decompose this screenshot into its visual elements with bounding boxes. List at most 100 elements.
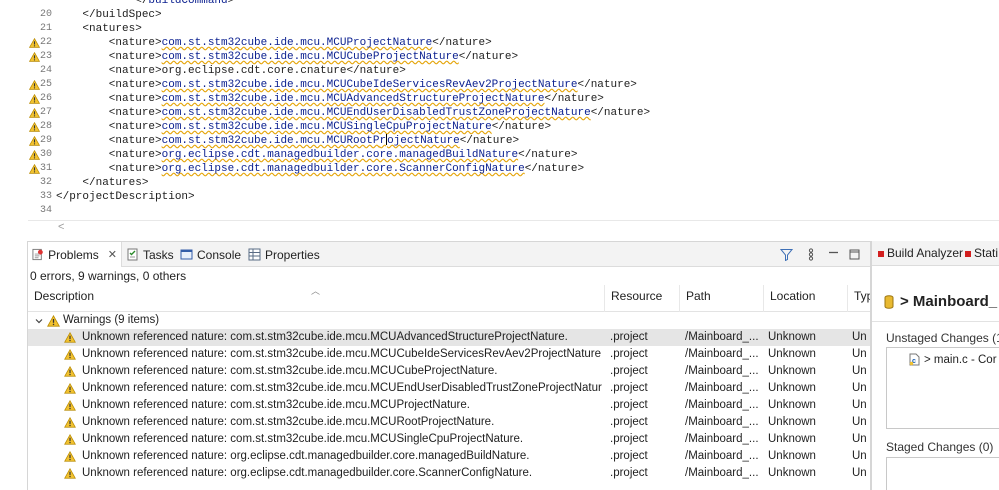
column-location[interactable]: Location — [763, 285, 847, 312]
column-description[interactable]: Description — [28, 285, 604, 312]
code-text[interactable]: <nature>com.st.stm32cube.ide.mcu.MCUCube… — [56, 78, 637, 92]
code-line[interactable]: 24 <nature>org.eclipse.cdt.core.cnature<… — [0, 64, 999, 78]
code-line[interactable]: 32 </natures> — [0, 176, 999, 190]
column-type[interactable]: Typ — [847, 285, 870, 312]
nature-id-token: com.st.stm32cube.ide.mcu.MCUCubeIdeServi… — [161, 79, 578, 91]
xml-editor[interactable]: </buildCommand> 20 </buildSpec> 21 <nature… — [0, 0, 999, 237]
line-number-label: 24 — [39, 65, 52, 76]
code-text[interactable]: </buildSpec> — [56, 8, 162, 22]
code-token: </ — [56, 0, 149, 7]
tab-properties-label: Properties — [265, 247, 320, 262]
table-row[interactable]: Unknown referenced nature: com.st.stm32c… — [28, 363, 870, 380]
column-location-label: Location — [770, 289, 816, 303]
unstaged-file-item[interactable]: c > main.c - Cor — [909, 353, 997, 366]
code-text[interactable]: <nature>org.eclipse.cdt.managedbuilder.c… — [56, 148, 578, 162]
table-row[interactable]: Unknown referenced nature: com.st.stm32c… — [28, 380, 870, 397]
cell-location: Unknown — [768, 416, 816, 428]
warnings-group-row[interactable]: Warnings (9 items) — [28, 312, 870, 329]
code-text[interactable]: </buildCommand> — [56, 0, 234, 8]
code-line[interactable]: 22 <nature>com.st.stm32cube.ide.mcu.MCUP… — [0, 36, 999, 50]
code-token: <nature> — [56, 93, 162, 105]
code-line[interactable]: 28 <nature>com.st.stm32cube.ide.mcu.MCUS… — [0, 120, 999, 134]
code-text[interactable]: <nature>com.st.stm32cube.ide.mcu.MCUSing… — [56, 120, 551, 134]
cell-resource: .project — [610, 450, 648, 462]
table-row[interactable]: Unknown referenced nature: com.st.stm32c… — [28, 329, 870, 346]
staged-changes-list[interactable] — [886, 457, 999, 490]
code-text[interactable]: <natures> — [56, 22, 141, 36]
close-icon[interactable]: ✕ — [108, 248, 117, 261]
scroll-left-arrow[interactable]: < — [58, 221, 64, 233]
table-row[interactable]: Unknown referenced nature: com.st.stm32c… — [28, 346, 870, 363]
warning-icon[interactable] — [29, 122, 40, 132]
code-text[interactable]: <nature>com.st.stm32cube.ide.mcu.MCURoot… — [56, 134, 519, 148]
code-line[interactable]: 23 <nature>com.st.stm32cube.ide.mcu.MCUC… — [0, 50, 999, 64]
line-number-label: 28 — [39, 121, 52, 132]
code-token: <nature>org.eclipse.cdt.core.cnature</na… — [56, 65, 406, 77]
table-row[interactable]: Unknown referenced nature: org.eclipse.c… — [28, 465, 870, 482]
problems-icon — [32, 248, 43, 261]
code-line[interactable]: 21 <natures> — [0, 22, 999, 36]
cell-description: Unknown referenced nature: com.st.stm32c… — [82, 348, 602, 360]
tab-tasks[interactable]: Tasks — [122, 242, 178, 267]
tab-problems[interactable]: Problems ✕ — [28, 242, 122, 267]
tab-properties[interactable]: Properties — [244, 242, 324, 267]
warning-icon[interactable] — [29, 164, 40, 174]
code-line[interactable]: 33 </projectDescription> — [0, 190, 999, 204]
warning-icon — [64, 451, 76, 462]
code-text[interactable]: <nature>com.st.stm32cube.ide.mcu.MCUAdva… — [56, 92, 604, 106]
table-row[interactable]: Unknown referenced nature: com.st.stm32c… — [28, 414, 870, 431]
table-row[interactable]: Unknown referenced nature: org.eclipse.c… — [28, 448, 870, 465]
nature-id-token: com.st.stm32cube.ide.mcu.MCUSingleCpuPro… — [161, 121, 492, 133]
column-path[interactable]: Path — [679, 285, 763, 312]
unstaged-file-label: > main.c - Cor — [924, 353, 997, 366]
editor-horizontal-scrollbar[interactable]: < — [28, 220, 999, 234]
maximize-icon[interactable] — [846, 246, 862, 262]
code-text[interactable]: </natures> — [56, 176, 148, 190]
code-line[interactable]: 20 </buildSpec> — [0, 8, 999, 22]
warning-icon[interactable] — [29, 136, 40, 146]
code-text[interactable]: <nature>org.eclipse.cdt.managedbuilder.c… — [56, 162, 584, 176]
cell-resource: .project — [610, 382, 648, 394]
chevron-down-icon[interactable] — [34, 316, 44, 326]
filter-icon[interactable] — [778, 246, 794, 262]
warning-icon[interactable] — [29, 80, 40, 90]
unstaged-changes-label: Unstaged Changes (1) — [886, 331, 999, 345]
warning-icon — [64, 434, 76, 445]
code-line[interactable]: 34 — [0, 204, 999, 218]
code-line[interactable]: </buildCommand> — [0, 0, 999, 8]
repository-icon — [884, 294, 894, 309]
git-tab-bar: Build Analyzer Stati — [872, 241, 999, 266]
build-analyzer-icon — [878, 250, 884, 257]
code-line[interactable]: 27 <nature>com.st.stm32cube.ide.mcu.MCUE… — [0, 106, 999, 120]
code-text[interactable]: <nature>org.eclipse.cdt.core.cnature</na… — [56, 64, 406, 78]
warning-icon[interactable] — [29, 38, 40, 48]
tab-console[interactable]: Console — [176, 242, 245, 267]
warning-icon[interactable] — [29, 150, 40, 160]
divider — [872, 321, 999, 322]
tab-static[interactable]: Stati — [965, 241, 998, 265]
line-number-label: 29 — [39, 135, 52, 146]
warning-icon[interactable] — [29, 52, 40, 62]
view-menu-icon[interactable] — [803, 246, 819, 262]
line-number-label: 25 — [39, 79, 52, 90]
unstaged-changes-list[interactable]: c > main.c - Cor — [886, 347, 999, 429]
tab-build-analyzer[interactable]: Build Analyzer — [878, 241, 963, 265]
code-text[interactable]: <nature>com.st.stm32cube.ide.mcu.MCUProj… — [56, 36, 492, 50]
code-line[interactable]: 31 <nature>org.eclipse.cdt.managedbuilde… — [0, 162, 999, 176]
warning-icon[interactable] — [29, 108, 40, 118]
code-line[interactable]: 26 <nature>com.st.stm32cube.ide.mcu.MCUA… — [0, 92, 999, 106]
code-line[interactable]: 25 <nature>com.st.stm32cube.ide.mcu.MCUC… — [0, 78, 999, 92]
column-resource[interactable]: Resource — [604, 285, 679, 312]
code-line[interactable]: 29 <nature>com.st.stm32cube.ide.mcu.MCUR… — [0, 134, 999, 148]
cell-location: Unknown — [768, 399, 816, 411]
warning-icon[interactable] — [29, 94, 40, 104]
minimize-icon[interactable] — [825, 246, 841, 262]
line-number: 28 — [0, 120, 56, 134]
code-text[interactable]: <nature>com.st.stm32cube.ide.mcu.MCUEndU… — [56, 106, 650, 120]
table-row[interactable]: Unknown referenced nature: com.st.stm32c… — [28, 431, 870, 448]
code-text[interactable]: </projectDescription> — [56, 190, 195, 204]
table-row[interactable]: Unknown referenced nature: com.st.stm32c… — [28, 397, 870, 414]
code-line[interactable]: 30 <nature>org.eclipse.cdt.managedbuilde… — [0, 148, 999, 162]
code-token: </buildSpec> — [56, 9, 162, 21]
code-text[interactable]: <nature>com.st.stm32cube.ide.mcu.MCUCube… — [56, 50, 518, 64]
